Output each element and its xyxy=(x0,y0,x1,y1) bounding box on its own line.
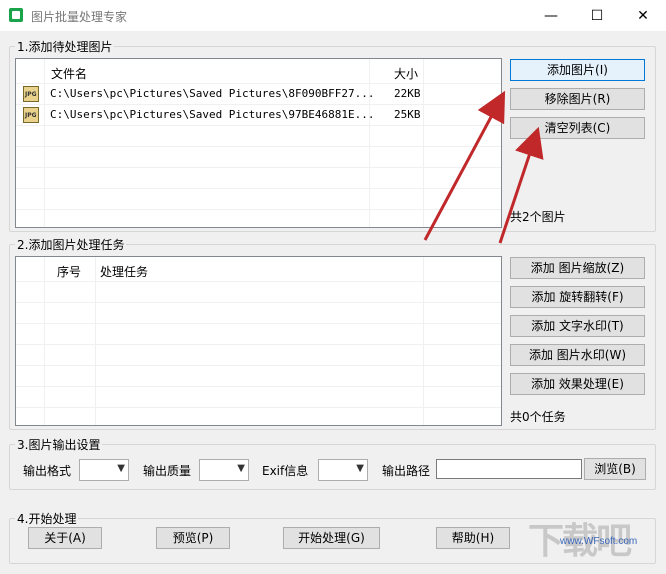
arrow-to-clear-button xyxy=(498,126,544,244)
watermark-url: www.WFsoft.com xyxy=(560,536,638,547)
annotation-arrows xyxy=(423,90,544,244)
arrow-to-remove-button xyxy=(423,90,506,241)
